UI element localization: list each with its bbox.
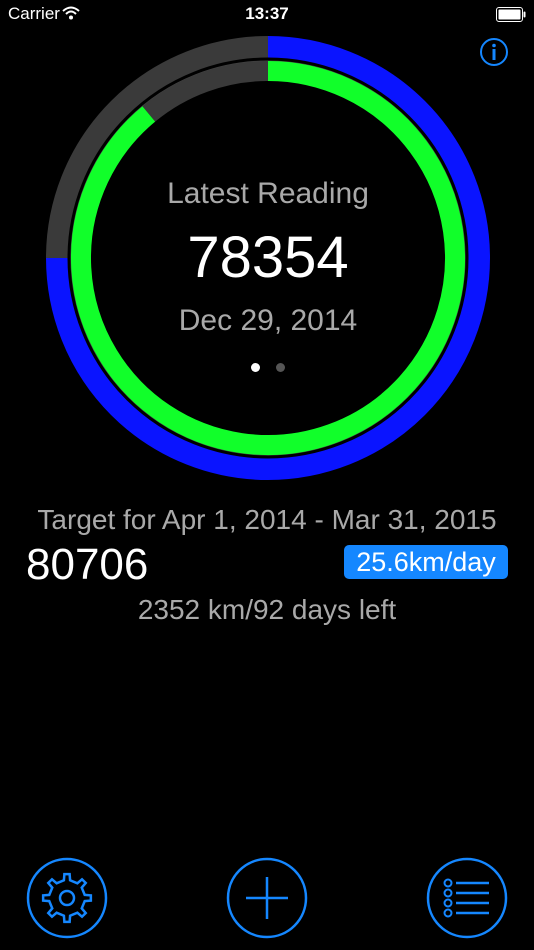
gauge-center: Latest Reading 78354 Dec 29, 2014 [46, 36, 490, 480]
latest-reading-label: Latest Reading [167, 177, 369, 210]
list-button[interactable] [426, 857, 508, 939]
settings-button[interactable] [26, 857, 108, 939]
plus-icon [226, 857, 308, 939]
list-icon [426, 857, 508, 939]
reading-gauge[interactable]: Latest Reading 78354 Dec 29, 2014 [46, 36, 490, 480]
page-dot-2[interactable] [276, 363, 286, 372]
target-period-label: Target for Apr 1, 2014 - Mar 31, 2015 [37, 504, 497, 535]
remaining-label: 2352 km/92 days left [137, 594, 397, 625]
status-time: 13:37 [245, 4, 289, 23]
daily-rate-badge: 25.6km/day [344, 545, 508, 579]
latest-reading-value: 78354 [187, 225, 349, 290]
page-dot-1[interactable] [250, 363, 260, 372]
target-value: 80706 [26, 540, 149, 589]
gear-icon [26, 857, 108, 939]
status-bar: Carrier 13:37 [0, 0, 534, 30]
latest-reading-date: Dec 29, 2014 [178, 304, 358, 337]
add-reading-button[interactable] [226, 857, 308, 939]
page-indicator[interactable] [46, 359, 490, 377]
battery-icon [496, 7, 526, 27]
